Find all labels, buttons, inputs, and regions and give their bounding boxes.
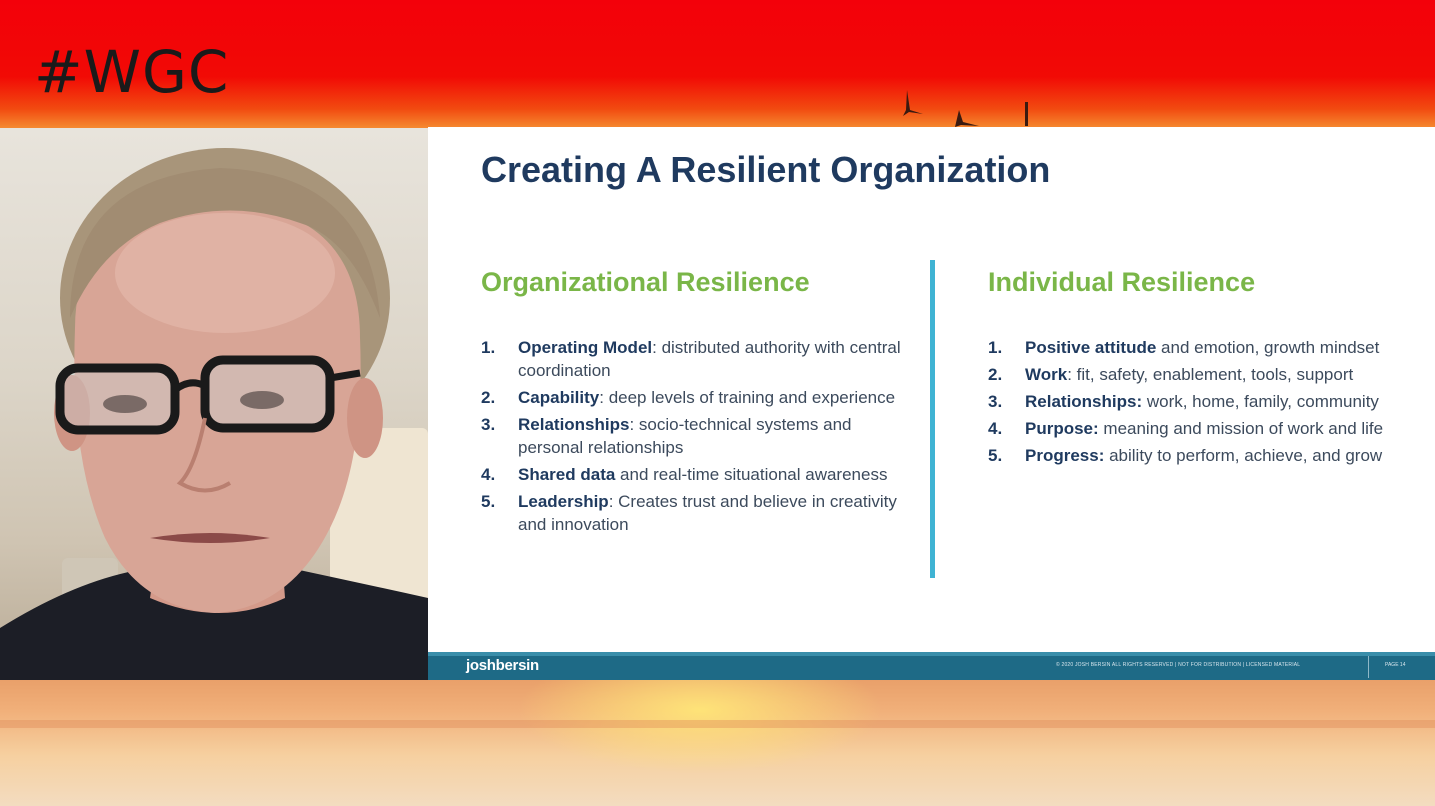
copyright-notice: © 2020 JOSH BERSIN ALL RIGHTS RESERVED |…: [1056, 662, 1301, 668]
item-keyword: Relationships:: [1025, 392, 1143, 411]
brand-logo: joshbersin: [466, 657, 539, 674]
item-number: 4.: [988, 419, 1003, 438]
column-divider: [930, 260, 935, 578]
item-number: 5.: [988, 446, 1003, 465]
item-keyword: Progress:: [1025, 446, 1105, 465]
item-number: 2.: [481, 388, 496, 407]
item-text: work, home, family, community: [1142, 392, 1379, 411]
list-item: 1. Positive attitude and emotion, growth …: [988, 336, 1408, 359]
bird-icon: [1025, 102, 1028, 126]
top-banner: #WGC: [0, 0, 1435, 128]
item-text: : deep levels of training and experience: [599, 388, 896, 407]
individual-resilience-list: 1. Positive attitude and emotion, growth …: [988, 336, 1408, 467]
column-heading: Organizational Resilience: [481, 267, 810, 297]
organizational-resilience-column: Organizational Resilience 1. Operating Mo…: [481, 267, 901, 540]
item-number: 3.: [481, 415, 496, 434]
list-item: 2. Work: fit, safety, enablement, tools, …: [988, 363, 1408, 386]
column-heading: Individual Resilience: [988, 267, 1256, 297]
list-item: 4. Purpose: meaning and mission of work a…: [988, 417, 1408, 440]
bird-icon: [955, 110, 979, 127]
list-item: 3. Relationships: work, home, family, com…: [988, 390, 1408, 413]
item-keyword: Work: [1025, 365, 1068, 384]
page-number: PAGE 14: [1385, 662, 1406, 668]
item-text: meaning and mission of work and life: [1098, 419, 1384, 438]
item-keyword: Shared data: [518, 465, 616, 484]
event-hashtag: #WGC: [34, 38, 230, 106]
item-keyword: Leadership: [518, 492, 609, 511]
list-item: 5. Progress: ability to perform, achieve,…: [988, 444, 1408, 467]
item-keyword: Purpose:: [1025, 419, 1099, 438]
footer-separator: [1368, 656, 1369, 678]
item-number: 1.: [988, 338, 1003, 357]
item-keyword: Positive attitude: [1025, 338, 1157, 357]
footer-stripe: [428, 652, 1435, 656]
item-keyword: Operating Model: [518, 338, 653, 357]
list-item: 2. Capability: deep levels of training an…: [481, 386, 901, 409]
item-number: 1.: [481, 338, 496, 357]
presentation-slide: Creating A Resilient Organization Organi…: [428, 127, 1435, 680]
list-item: 3. Relationships: socio-technical systems…: [481, 413, 901, 459]
item-text: : fit, safety, enablement, tools, suppor…: [1067, 365, 1354, 384]
list-item: 5. Leadership: Creates trust and believe …: [481, 490, 901, 536]
list-item: 1. Operating Model: distributed authority…: [481, 336, 901, 382]
item-number: 4.: [481, 465, 496, 484]
list-item: 4. Shared data and real-time situational …: [481, 463, 901, 486]
slide-title: Creating A Resilient Organization: [481, 149, 1051, 190]
slide-footer: joshbersin © 2020 JOSH BERSIN ALL RIGHTS…: [428, 652, 1435, 680]
item-number: 5.: [481, 492, 496, 511]
sunset-background: [0, 680, 1435, 806]
speaker-portrait: [0, 148, 428, 680]
item-text: ability to perform, achieve, and grow: [1104, 446, 1383, 465]
item-text: and emotion, growth mindset: [1156, 338, 1380, 357]
item-number: 2.: [988, 365, 1003, 384]
bird-icon: [903, 90, 923, 116]
individual-resilience-column: Individual Resilience 1. Positive attitud…: [988, 267, 1408, 471]
organizational-resilience-list: 1. Operating Model: distributed authority…: [481, 336, 901, 536]
item-keyword: Relationships: [518, 415, 630, 434]
item-keyword: Capability: [518, 388, 600, 407]
item-text: and real-time situational awareness: [615, 465, 888, 484]
item-number: 3.: [988, 392, 1003, 411]
webcam-feed: [0, 128, 428, 680]
